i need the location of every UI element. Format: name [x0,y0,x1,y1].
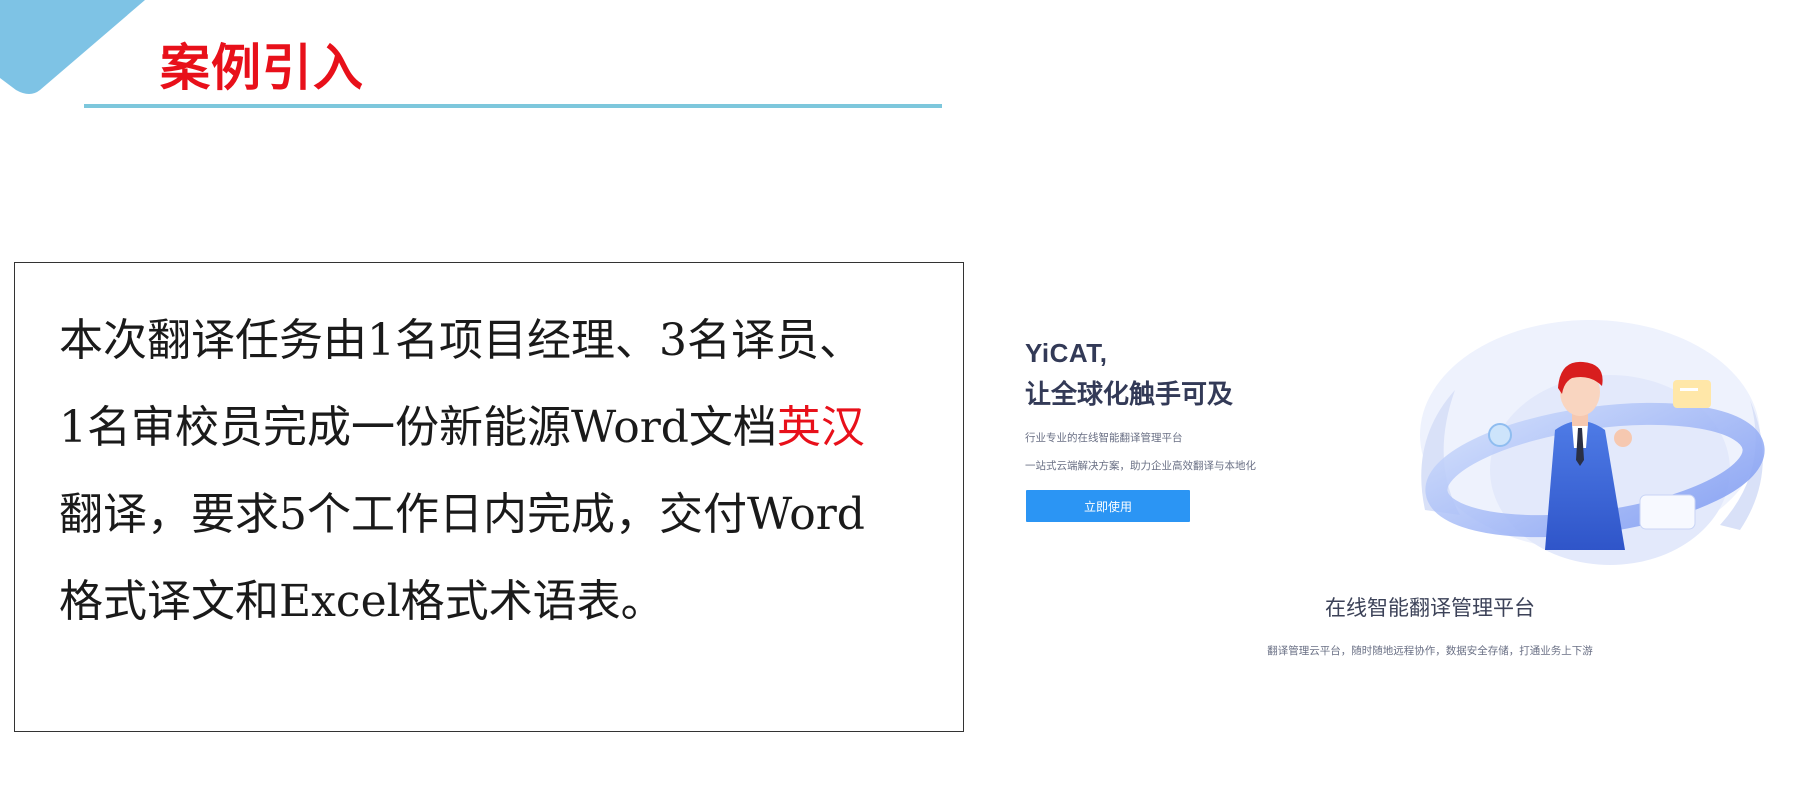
hero-illustration [1420,320,1765,565]
yicat-subtitle-1: 行业专业的在线智能翻译管理平台 [1025,432,1183,444]
highlight-english-chinese: 英汉 [776,402,865,453]
corner-decoration [0,0,145,94]
title-underline [84,104,942,108]
yicat-screenshot: YiCAT, 让全球化触手可及 行业专业的在线智能翻译管理平台 一站式云端解决方… [1000,320,1780,680]
slide-title: 案例引入 [160,39,364,97]
yicat-tagline: 让全球化触手可及 [1025,380,1234,410]
case-line-4: 格式译文和Excel格式术语表。 [59,576,665,627]
case-line-3: 翻译，要求5个工作日内完成，交付Word [59,489,865,540]
yicat-brand: YiCAT, [1025,338,1108,368]
platform-title: 在线智能翻译管理平台 [1325,596,1535,620]
start-using-button[interactable]: 立即使用 [1026,490,1190,522]
case-line-2: 1名审校员完成一份新能源Word文档英汉 [59,402,865,453]
case-description-text: 本次翻译任务由1名项目经理、3名译员、 1名审校员完成一份新能源Word文档英汉… [59,297,939,645]
yicat-subtitle-2: 一站式云端解决方案，助力企业高效翻译与本地化 [1025,460,1256,472]
case-description-box: 本次翻译任务由1名项目经理、3名译员、 1名审校员完成一份新能源Word文档英汉… [14,262,964,732]
case-line-1: 本次翻译任务由1名项目经理、3名译员、 [59,315,863,366]
platform-subtitle: 翻译管理云平台，随时随地远程协作，数据安全存储，打通业务上下游 [1267,645,1593,657]
